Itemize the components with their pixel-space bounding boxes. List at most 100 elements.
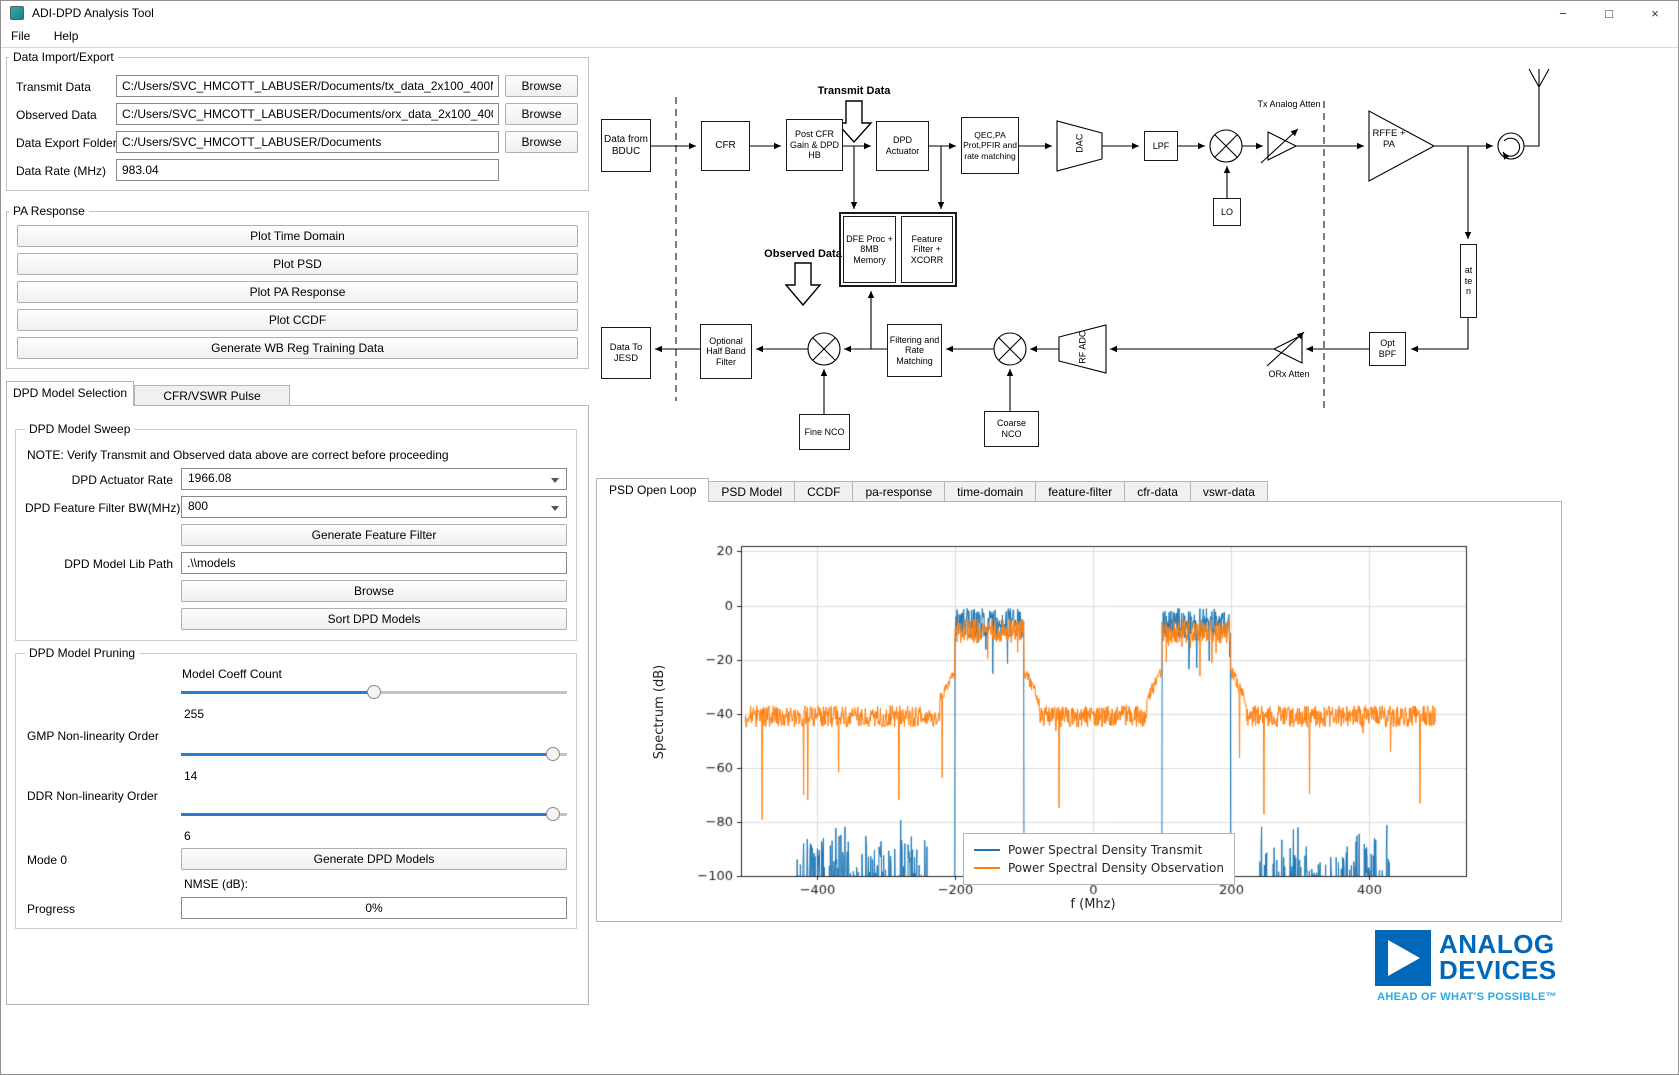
close-button[interactable]: × (1632, 1, 1678, 27)
observed-data-arrow-icon (784, 262, 822, 307)
tab-psd-model[interactable]: PSD Model (709, 481, 796, 502)
title-bar[interactable]: ADI-DPD Analysis Tool − □ × (1, 1, 1678, 25)
atten-block: atten (1460, 244, 1477, 318)
slider-fill (181, 753, 554, 756)
tab-time-domain[interactable]: time-domain (945, 481, 1037, 502)
generate-wb-reg-button[interactable]: Generate WB Reg Training Data (17, 337, 578, 359)
logo-text-devices: DEVICES (1439, 955, 1557, 985)
slider-thumb[interactable] (546, 747, 561, 761)
circulator-icon (1497, 132, 1525, 160)
legend-swatch-transmit (974, 849, 1000, 851)
transmit-browse-button[interactable]: Browse (505, 75, 578, 97)
coeff-count-label: Model Coeff Count (182, 667, 282, 681)
actuator-rate-value: 1966.08 (188, 471, 232, 485)
tab-ccdf[interactable]: CCDF (795, 481, 854, 502)
app-window: ADI-DPD Analysis Tool − □ × File Help Da… (0, 0, 1679, 1075)
coeff-count-value: 255 (184, 707, 205, 721)
filtering-block: Filtering and Rate Matching (887, 324, 942, 377)
cfr-block: CFR (701, 121, 750, 171)
chevron-down-icon (551, 478, 559, 483)
half-band-filter-block: Optional Half Band Filter (700, 324, 752, 379)
orx-atten-label: ORx Atten (1268, 369, 1310, 379)
ddr-order-slider[interactable] (181, 807, 567, 821)
actuator-rate-label: DPD Actuator Rate (71, 473, 173, 487)
orx-atten-amp-icon (1272, 334, 1303, 364)
slider-thumb[interactable] (546, 807, 561, 821)
data-rate-label: Data Rate (MHz) (16, 164, 107, 178)
menu-file[interactable]: File (1, 26, 40, 46)
pa-response-title: PA Response (9, 204, 89, 218)
coeff-count-slider[interactable] (181, 685, 567, 699)
menu-bar: File Help (1, 26, 88, 47)
maximize-button[interactable]: □ (1586, 1, 1632, 27)
actuator-rate-combo[interactable]: 1966.08 (181, 468, 567, 490)
y-axis-label: Spectrum (dB) (652, 664, 667, 760)
observed-data-input[interactable] (116, 103, 499, 125)
signal-chain-diagram-area: Transmit Data Observed Data Data from BD… (596, 49, 1563, 471)
jesd-block: Data To JESD (601, 327, 651, 379)
coarse-nco-block: Coarse NCO (984, 411, 1039, 447)
bduc-block: Data from BDUC (601, 119, 651, 172)
model-pruning-title: DPD Model Pruning (25, 646, 140, 660)
plot-tab-bar: PSD Open Loop PSD Model CCDF pa-response… (596, 478, 1268, 502)
tab-psd-open-loop[interactable]: PSD Open Loop (596, 478, 710, 502)
plot-time-domain-button[interactable]: Plot Time Domain (17, 225, 578, 247)
opt-bpf-block: Opt BPF (1369, 332, 1406, 366)
generate-feature-filter-button[interactable]: Generate Feature Filter (181, 524, 567, 546)
export-folder-label: Data Export Folder (16, 136, 117, 150)
gmp-order-slider[interactable] (181, 747, 567, 761)
mode-label: Mode 0 (27, 853, 68, 867)
plot-pa-response-button[interactable]: Plot PA Response (17, 281, 578, 303)
tab-cfr-data[interactable]: cfr-data (1125, 481, 1191, 502)
legend-entry-transmit: Power Spectral Density Transmit (974, 841, 1224, 859)
rffe-pa-label: RFFE + PA (1372, 128, 1406, 150)
tab-pa-response[interactable]: pa-response (853, 481, 946, 502)
lo-block: LO (1213, 198, 1241, 226)
x-axis-label: f (Mhz) (1070, 897, 1116, 912)
atten-label: atten (1464, 265, 1473, 297)
gmp-order-value: 14 (184, 769, 198, 783)
sort-dpd-models-button[interactable]: Sort DPD Models (181, 608, 567, 630)
feature-bw-value: 800 (188, 499, 209, 513)
tab-feature-filter[interactable]: feature-filter (1036, 481, 1126, 502)
qec-block: QEC,PA Prot,PFIR and rate matching (961, 117, 1019, 174)
fine-nco-block: Fine NCO (799, 414, 850, 450)
tab-dpd-model-selection[interactable]: DPD Model Selection (6, 381, 134, 406)
logo-tagline: AHEAD OF WHAT'S POSSIBLE™ (1377, 991, 1557, 1003)
app-icon (10, 6, 24, 20)
tab-vswr-data[interactable]: vswr-data (1190, 481, 1268, 502)
tx-atten-label: Tx Analog Atten (1257, 99, 1321, 109)
tx-atten-amp-icon (1267, 131, 1298, 161)
generate-dpd-models-button[interactable]: Generate DPD Models (181, 848, 567, 870)
observed-data-flow-label: Observed Data (764, 248, 842, 260)
signal-chain-diagram (651, 68, 1550, 414)
legend-label-transmit: Power Spectral Density Transmit (1008, 843, 1203, 857)
feature-filter-block: Feature Filter + XCORR (901, 216, 953, 283)
tab-cfr-vswr-generator[interactable]: CFR/VSWR Pulse Generator (134, 385, 290, 423)
lib-browse-button[interactable]: Browse (181, 580, 567, 602)
plot-ccdf-button[interactable]: Plot CCDF (17, 309, 578, 331)
transmit-data-flow-label: Transmit Data (817, 85, 891, 97)
transmit-data-label: Transmit Data (16, 80, 91, 94)
export-folder-input[interactable] (116, 131, 499, 153)
lib-path-input[interactable] (181, 552, 567, 574)
window-title: ADI-DPD Analysis Tool (32, 6, 154, 20)
dfe-proc-block: DFE Proc + 8MB Memory (843, 216, 896, 283)
progress-bar: 0% (181, 897, 567, 919)
chevron-down-icon (551, 506, 559, 511)
observed-browse-button[interactable]: Browse (505, 103, 578, 125)
feature-bw-label: DPD Feature Filter BW(MHz) (25, 501, 181, 515)
minimize-button[interactable]: − (1540, 1, 1586, 27)
slider-thumb[interactable] (367, 685, 381, 699)
lpf-block: LPF (1144, 131, 1178, 161)
transmit-data-input[interactable] (116, 75, 499, 97)
progress-label: Progress (27, 902, 76, 916)
dpd-actuator-block: DPD Actuator (876, 121, 929, 171)
feature-bw-combo[interactable]: 800 (181, 496, 567, 518)
plot-psd-button[interactable]: Plot PSD (17, 253, 578, 275)
data-rate-input[interactable] (116, 159, 499, 181)
export-browse-button[interactable]: Browse (505, 131, 578, 153)
import-export-title: Data Import/Export (9, 50, 118, 64)
legend-swatch-observation (974, 867, 1000, 869)
menu-help[interactable]: Help (44, 26, 89, 46)
